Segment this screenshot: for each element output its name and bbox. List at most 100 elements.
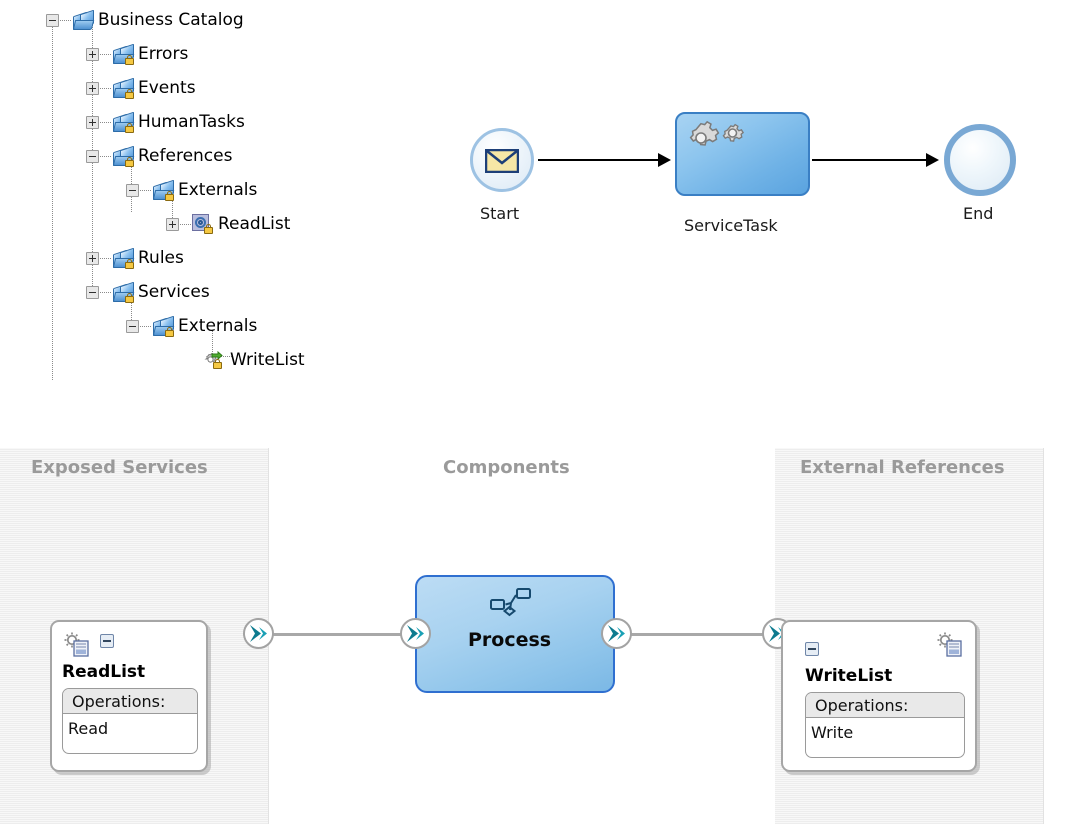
tree-item-label: Services <box>138 281 210 302</box>
start-event[interactable] <box>470 128 534 192</box>
external-references-title: External References <box>800 457 1005 478</box>
collapse-toggle-icon[interactable] <box>126 183 139 197</box>
locked-folder-icon <box>112 77 135 99</box>
exposed-services-title: Exposed Services <box>31 457 208 478</box>
minus-toggle-icon[interactable] <box>805 642 819 656</box>
components-title: Components <box>443 457 570 478</box>
sequence-flow-start-to-task <box>538 159 662 161</box>
arrow-head-icon <box>658 153 671 167</box>
component-reference-port[interactable] <box>601 618 632 649</box>
wire-component-to-reference <box>616 633 778 636</box>
end-event[interactable] <box>944 124 1016 196</box>
tree-item-references[interactable]: References <box>86 142 232 170</box>
service-port-chevron-icon <box>407 625 424 642</box>
tree-item-rules[interactable]: Rules <box>86 244 184 272</box>
operations-box: Operations: Write <box>805 692 965 758</box>
message-start-event-icon <box>485 149 519 173</box>
operation-row[interactable]: Write <box>806 718 964 746</box>
writelist-service-icon <box>200 350 224 370</box>
arrow-head-icon <box>926 153 939 167</box>
end-event-label: End <box>963 204 994 223</box>
tree-item-humantasks[interactable]: HumanTasks <box>86 108 245 136</box>
tree-connector <box>140 325 151 327</box>
tree-connector <box>100 257 111 259</box>
tree-item-events[interactable]: Events <box>86 74 196 102</box>
component-service-port[interactable] <box>400 618 431 649</box>
lock-icon <box>165 326 174 337</box>
tree-item-label: HumanTasks <box>138 111 245 132</box>
tree-item-errors[interactable]: Errors <box>86 40 188 68</box>
web-service-icon <box>935 630 962 657</box>
tree-item-label: Business Catalog <box>98 9 244 30</box>
tree-item-label: Errors <box>138 43 189 64</box>
tree-item-label: Events <box>138 77 196 98</box>
locked-folder-icon <box>112 145 135 167</box>
locked-folder-icon <box>112 281 135 303</box>
expand-toggle-icon[interactable] <box>86 115 99 129</box>
operations-header: Operations: <box>63 689 197 714</box>
tree-item-label: References <box>138 145 233 166</box>
lock-icon <box>213 359 222 369</box>
minus-toggle-icon[interactable] <box>100 634 114 648</box>
exposed-service-title: ReadList <box>62 662 146 682</box>
expand-toggle-icon[interactable] <box>86 81 99 95</box>
tree-connector <box>100 121 111 123</box>
expand-toggle-icon[interactable] <box>166 217 179 231</box>
locked-folder-icon <box>152 179 175 201</box>
collapse-toggle-icon[interactable] <box>86 149 99 163</box>
web-service-icon <box>62 630 89 657</box>
tree-connector <box>180 223 191 225</box>
bpmn-component-icon <box>490 588 531 617</box>
lock-icon <box>125 122 134 133</box>
lock-icon <box>125 88 134 99</box>
web-service-glyph <box>937 632 962 657</box>
collapse-toggle-icon[interactable] <box>86 285 99 299</box>
lock-icon <box>204 224 213 234</box>
component-process[interactable]: Process <box>415 575 615 693</box>
lock-icon <box>125 156 134 167</box>
sequence-flow-task-to-end <box>812 159 930 161</box>
locked-folder-icon <box>112 43 135 65</box>
operation-row[interactable]: Read <box>63 714 197 742</box>
service-task[interactable] <box>675 112 810 196</box>
locked-folder-icon <box>112 247 135 269</box>
tree-connector <box>100 87 111 89</box>
tree-item-label: Externals <box>178 315 258 336</box>
wire-service-to-component <box>258 633 418 636</box>
operations-box: Operations: Read <box>62 688 198 754</box>
lock-icon <box>125 292 134 303</box>
component-title: Process <box>468 629 552 651</box>
tree-connector <box>100 53 111 55</box>
service-port-readlist[interactable] <box>243 618 274 649</box>
collapse-toggle-icon[interactable] <box>126 319 139 333</box>
tree-item-externals-references[interactable]: Externals <box>126 176 257 204</box>
tree-item-externals-services[interactable]: Externals <box>126 312 257 340</box>
locked-folder-icon <box>152 315 175 337</box>
tree-item-services[interactable]: Services <box>86 278 210 306</box>
locked-folder-icon <box>112 111 135 133</box>
lock-icon <box>125 54 134 65</box>
tree-item-label: Externals <box>178 179 258 200</box>
tree-item-writelist[interactable]: WriteList <box>196 346 305 374</box>
web-service-glyph <box>64 632 89 657</box>
lock-icon <box>165 190 174 201</box>
expand-toggle-icon[interactable] <box>86 251 99 265</box>
service-task-label: ServiceTask <box>684 216 778 235</box>
tree-connector <box>140 189 151 191</box>
start-event-label: Start <box>480 204 520 223</box>
readlist-service-icon <box>192 214 214 234</box>
tree-guide-line <box>52 24 53 380</box>
business-catalog-tree[interactable]: Business Catalog Errors Events HumanTask… <box>0 0 420 400</box>
external-reference-title: WriteList <box>805 666 893 686</box>
collapse-toggle-icon[interactable] <box>46 13 59 27</box>
tree-item-readlist[interactable]: ReadList <box>166 210 290 238</box>
expand-toggle-icon[interactable] <box>86 47 99 61</box>
tree-item-label: Rules <box>138 247 184 268</box>
exposed-service-readlist[interactable]: ReadList Operations: Read <box>50 620 208 772</box>
tree-connector <box>60 19 71 21</box>
external-reference-writelist[interactable]: WriteList Operations: Write <box>781 620 977 772</box>
tree-connector <box>100 291 111 293</box>
tree-item-business-catalog[interactable]: Business Catalog <box>46 6 244 34</box>
operations-header: Operations: <box>806 693 964 718</box>
tree-item-label: WriteList <box>230 349 305 370</box>
